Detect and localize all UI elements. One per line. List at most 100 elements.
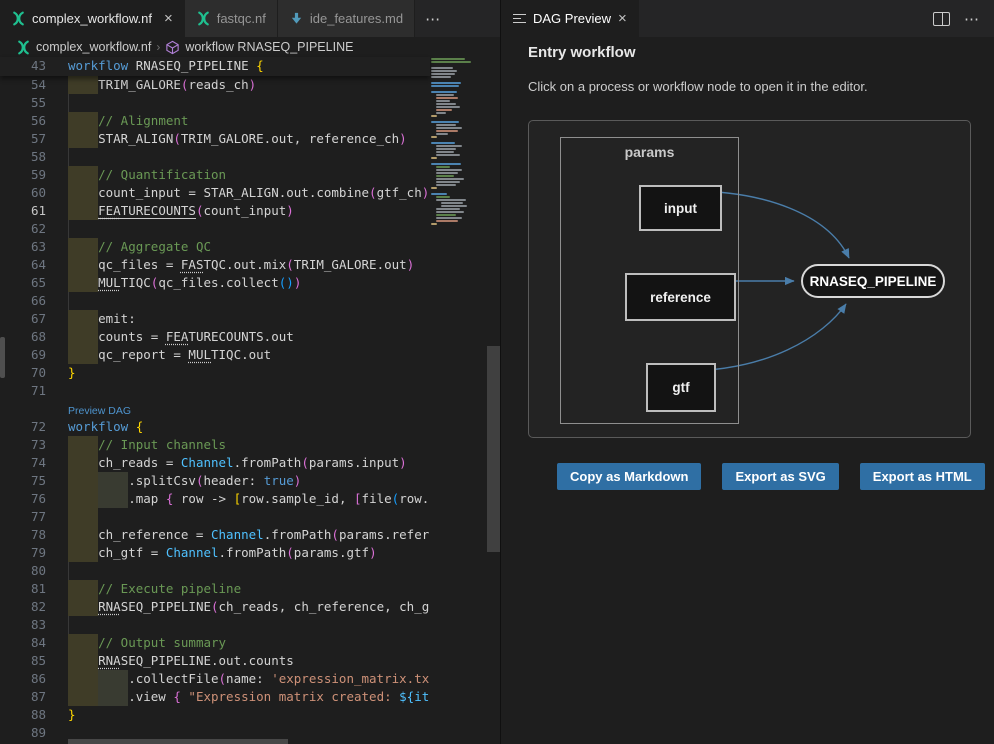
dag-node-input[interactable]: input [639, 185, 722, 231]
close-icon[interactable]: × [618, 10, 627, 27]
line-number: 82 [0, 598, 46, 616]
workflow-symbol-icon [165, 40, 180, 55]
copy-as-markdown-button[interactable]: Copy as Markdown [557, 463, 701, 490]
dag-node-gtf[interactable]: gtf [646, 363, 716, 412]
code-text: RNASEQ_PIPELINE(ch_reads, ch_reference, … [68, 598, 430, 616]
code-text: .splitCsv(header: true) [68, 472, 301, 490]
minimap-line [431, 136, 437, 138]
code-line: 75 .splitCsv(header: true) [0, 472, 430, 490]
code-text: // Execute pipeline [68, 580, 241, 598]
line-number: 55 [0, 94, 46, 112]
code-text: .collectFile(name: 'expression_matrix.tx… [68, 670, 430, 688]
line-number: 89 [0, 724, 46, 742]
code-line: 73 // Input channels [0, 436, 430, 454]
code-editor[interactable]: 54 TRIM_GALORE(reads_ch)5556 // Alignmen… [0, 57, 430, 744]
code-line: 58 [0, 148, 430, 166]
code-line: 57 STAR_ALIGN(TRIM_GALORE.out, reference… [0, 130, 430, 148]
vertical-scrollbar[interactable] [487, 346, 500, 552]
line-number: 61 [0, 202, 46, 220]
code-text: MULTIQC(qc_files.collect()) [68, 274, 301, 292]
minimap-line [431, 187, 437, 189]
code-text: FEATURECOUNTS(count_input) [68, 202, 294, 220]
tab-dag-preview[interactable]: DAG Preview × [501, 0, 639, 37]
indent-guide [68, 148, 69, 166]
code-text: workflow { [68, 418, 143, 436]
minimap-line [436, 196, 450, 198]
code-line: 82 RNASEQ_PIPELINE(ch_reads, ch_referenc… [0, 598, 430, 616]
code-line: 70} [0, 364, 430, 382]
code-text: counts = FEATURECOUNTS.out [68, 328, 294, 346]
cluster-label: params [561, 144, 738, 160]
code-text: ch_reads = Channel.fromPath(params.input… [68, 454, 407, 472]
tab-complex-workflow-nf[interactable]: complex_workflow.nf× [0, 0, 185, 37]
minimap-line [431, 193, 447, 195]
minimap-line [436, 208, 460, 210]
code-line: 87 .view { "Expression matrix created: $… [0, 688, 430, 706]
line-number: 87 [0, 688, 46, 706]
minimap-line [436, 97, 458, 99]
more-actions-icon[interactable]: ⋯ [964, 10, 980, 28]
breadcrumb-file[interactable]: complex_workflow.nf [36, 40, 151, 54]
minimap-line [436, 184, 456, 186]
code-line: 59 // Quantification [0, 166, 430, 184]
code-text: // Output summary [68, 634, 226, 652]
horizontal-scrollbar[interactable] [68, 739, 288, 744]
split-editor-icon[interactable] [933, 12, 950, 26]
page-title: Entry workflow [528, 44, 636, 61]
left-edge-scrollbar[interactable] [0, 337, 5, 378]
line-number: 56 [0, 112, 46, 130]
code-line: 72workflow { [0, 418, 430, 436]
code-line: 43workflow RNASEQ_PIPELINE { [0, 57, 430, 75]
close-icon[interactable]: × [164, 11, 173, 26]
line-number: 73 [0, 436, 46, 454]
line-number: 86 [0, 670, 46, 688]
sticky-scroll-line[interactable]: 43workflow RNASEQ_PIPELINE { [0, 57, 430, 76]
minimap-line [436, 172, 458, 174]
minimap-line [431, 61, 471, 63]
code-text: // Alignment [68, 112, 188, 130]
line-number: 62 [0, 220, 46, 238]
line-number: 57 [0, 130, 46, 148]
tab-fastqc-nf[interactable]: fastqc.nf [185, 0, 278, 37]
export-as-svg-button[interactable]: Export as SVG [722, 463, 838, 490]
panel-actions: ⋯ [933, 0, 994, 37]
line-number: 84 [0, 634, 46, 652]
code-line: 84 // Output summary [0, 634, 430, 652]
tab-ide-features-md[interactable]: ide_features.md [278, 0, 415, 37]
export-as-html-button[interactable]: Export as HTML [860, 463, 985, 490]
dag-node-reference[interactable]: reference [625, 273, 736, 321]
code-line: 85 RNASEQ_PIPELINE.out.counts [0, 652, 430, 670]
code-text: ch_reference = Channel.fromPath(params.r… [68, 526, 430, 544]
minimap-line [436, 175, 454, 177]
minimap-line [436, 145, 462, 147]
minimap-line [441, 202, 463, 204]
line-number: 67 [0, 310, 46, 328]
code-line: 63 // Aggregate QC [0, 238, 430, 256]
line-number: 79 [0, 544, 46, 562]
editor-tab-bar: complex_workflow.nf×fastqc.nf ide_feature… [0, 0, 500, 37]
dag-node-rnaseq-pipeline[interactable]: RNASEQ_PIPELINE [801, 264, 945, 298]
code-line: 69 qc_report = MULTIQC.out [0, 346, 430, 364]
nextflow-file-icon [11, 11, 26, 26]
breadcrumb-symbol[interactable]: workflow RNASEQ_PIPELINE [185, 40, 353, 54]
minimap-line [431, 142, 455, 144]
code-text: .view { "Expression matrix created: ${it… [68, 688, 430, 706]
preview-icon [513, 11, 526, 26]
tab-overflow-icon[interactable]: ⋯ [425, 10, 441, 28]
minimap-line [436, 94, 454, 96]
line-number: 77 [0, 508, 46, 526]
code-line: 60 count_input = STAR_ALIGN.out.combine(… [0, 184, 430, 202]
panel-tab-title: DAG Preview [533, 11, 611, 26]
line-number: 83 [0, 616, 46, 634]
code-text: qc_report = MULTIQC.out [68, 346, 271, 364]
line-number: 64 [0, 256, 46, 274]
code-line: 76 .map { row -> [row.sample_id, [file(r… [0, 490, 430, 508]
indent-highlight [68, 508, 98, 526]
tab-label: ide_features.md [310, 11, 403, 26]
minimap[interactable] [431, 58, 487, 258]
code-line: 67 emit: [0, 310, 430, 328]
line-number: 43 [0, 57, 46, 75]
indent-guide [68, 616, 69, 634]
minimap-line [431, 67, 453, 69]
minimap-line [441, 205, 467, 207]
